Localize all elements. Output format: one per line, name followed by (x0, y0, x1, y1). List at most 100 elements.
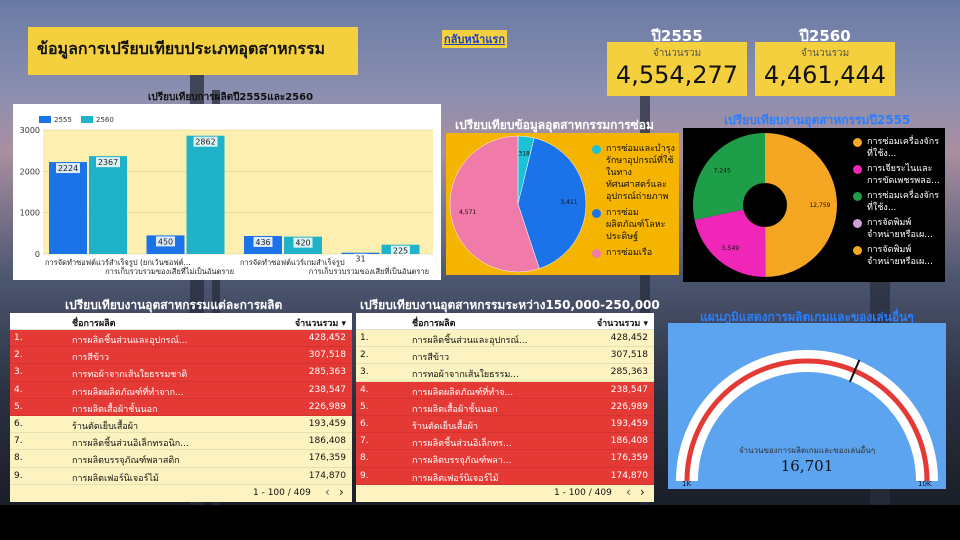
pie-legend: การซ่อมและบำรุงรักษาอุปกรณ์ที่ใช้ในทางทั… (592, 143, 676, 263)
slice-value-label: 5,549 (722, 245, 739, 252)
row-name: การผลิตเสื้อผ้าชั้นนอก (72, 404, 158, 415)
table-row[interactable]: 9. การผลิตเฟอร์นิเจอร์ไม้ 174,870 (356, 467, 654, 485)
row-index: 1. (360, 333, 369, 343)
table-row[interactable]: 1. การผลิตชิ้นส่วนและอุปกรณ์... 428,452 (10, 330, 352, 348)
row-value: 238,547 (308, 384, 346, 395)
row-value: 238,547 (610, 384, 648, 395)
row-index: 3. (360, 367, 369, 378)
next-page-icon[interactable]: › (339, 485, 344, 499)
legend-label: การซ่อมเรือ (606, 248, 653, 258)
legend-item[interactable]: การซ่อมเครื่องจักรที่ใช้ง... (853, 190, 943, 214)
bar-value-label: 450 (158, 237, 173, 246)
legend-label: การจัดพิมพ์จำหน่ายหรือเผ... (867, 245, 933, 267)
col-total-header[interactable]: จำนวนรวม ▾ (295, 316, 346, 330)
legend-item[interactable]: การเจียระไนและการขัดเพชรพลอ... (853, 163, 943, 187)
next-page-icon[interactable]: › (640, 485, 645, 499)
slice-value-label: 12,759 (809, 202, 830, 209)
x-tick-label: การเก็บรวบรวมของเสียที่ไม่เป็นอันตราย (105, 266, 234, 276)
row-value: 285,363 (610, 367, 648, 378)
legend-swatch (853, 219, 862, 228)
legend-item[interactable]: การจัดพิมพ์จำหน่ายหรือเผ... (853, 244, 943, 268)
pie-chart-panel: 318 3,411 4,571 การซ่อมและบำรุงรักษาอุปกรณ… (446, 133, 679, 275)
back-home-link[interactable]: กลับหน้าแรก (442, 30, 507, 48)
y-tick-label: 2000 (20, 167, 40, 176)
table-row[interactable]: 5. การผลิตเสื้อผ้าชั้นนอก 226,989 (356, 398, 654, 416)
gauge-chart: จำนวนของการผลิตเกมและของเล่นอื่นๆ 16,701 1… (676, 350, 938, 488)
table-row[interactable]: 6. ร้านตัดเย็บเสื้อผ้า 193,459 (356, 415, 654, 434)
gauge-max-label: 10K (918, 480, 932, 488)
gauge-value: 16,701 (781, 457, 834, 475)
legend-label: การซ่อมเครื่องจักรที่ใช้ง... (867, 191, 940, 213)
row-index: 2. (14, 350, 23, 361)
table-row[interactable]: 3. การทอผ้าจากเส้นใยธรรม... 285,363 (356, 364, 654, 382)
table-row[interactable]: 2. การสีข้าว 307,518 (356, 347, 654, 365)
table-row[interactable]: 4. การผลิตผลิตภัณฑ์ที่ทำจาก... 238,547 (10, 381, 352, 399)
prev-page-icon[interactable]: ‹ (325, 485, 330, 499)
y-tick-label: 0 (35, 250, 40, 259)
legend-swatch (853, 192, 862, 201)
legend-item[interactable]: การซ่อมผลิตภัณฑ์โลหะประดิษฐ์ (592, 207, 676, 243)
table-row[interactable]: 8. การผลิตบรรจุภัณฑ์พลา... 176,359 (356, 450, 654, 468)
row-value: 226,989 (308, 401, 346, 412)
row-name: การสีข้าว (72, 353, 110, 364)
table-row[interactable]: 3. การทอผ้าจากเส้นใยธรรมชาติ 285,363 (10, 364, 352, 382)
table1: ชื่อการผลิต จำนวนรวม ▾ 1. การผลิตชิ้นส่วน… (10, 313, 352, 502)
row-value: 174,870 (610, 470, 648, 481)
table2: ชื่อการผลิต จำนวนรวม ▾ 1. การผลิตชิ้นส่วน… (356, 313, 654, 502)
donut-legend: การซ่อมเครื่องจักรที่ใช้ง... การเจียระไนแ… (853, 136, 943, 271)
row-name: การผลิตผลิตภัณฑ์ที่ทำจ... (412, 387, 514, 398)
row-value: 186,408 (610, 436, 648, 447)
legend-item[interactable]: การซ่อมและบำรุงรักษาอุปกรณ์ที่ใช้ในทางทั… (592, 143, 676, 203)
table-row[interactable]: 1. การผลิตชิ้นส่วนและอุปกรณ์... 428,452 (356, 330, 654, 348)
table-row[interactable]: 7. การผลิตชิ้นส่วนอิเล็กทรอนิก... 186,408 (10, 433, 352, 451)
col-name-header[interactable]: ชื่อการผลิต (412, 316, 455, 330)
bar-value-label: 2862 (195, 138, 215, 147)
row-index: 8. (360, 453, 369, 464)
row-name: การผลิตชิ้นส่วนและอุปกรณ์... (72, 336, 188, 346)
table2-pager: 1 - 100 / 409 ‹ › (356, 484, 654, 502)
row-index: 4. (14, 384, 23, 395)
bar-value-label: 2367 (98, 158, 118, 167)
table-row[interactable]: 4. การผลิตผลิตภัณฑ์ที่ทำจ... 238,547 (356, 381, 654, 399)
legend-label: 2560 (96, 116, 114, 124)
legend-swatch (39, 116, 51, 123)
prev-page-icon[interactable]: ‹ (626, 485, 631, 499)
legend-item[interactable]: การซ่อมเรือ (592, 247, 676, 259)
legend-item[interactable]: การซ่อมเครื่องจักรที่ใช้ง... (853, 136, 943, 160)
row-name: การผลิตบรรจุภัณฑ์พลาสติก (72, 456, 180, 467)
legend-label: การซ่อมเครื่องจักรที่ใช้ง... (867, 137, 940, 159)
gauge-min-label: 1K (682, 480, 691, 488)
row-name: การผลิตผลิตภัณฑ์ที่ทำจาก... (72, 387, 184, 398)
table-row[interactable]: 6. ร้านตัดเย็บเสื้อผ้า 193,459 (10, 415, 352, 434)
row-name: การผลิตเฟอร์นิเจอร์ไม้ (72, 473, 159, 484)
table-row[interactable]: 5. การผลิตเสื้อผ้าชั้นนอก 226,989 (10, 398, 352, 416)
row-index: 7. (14, 436, 23, 447)
col-total-header[interactable]: จำนวนรวม ▾ (597, 316, 648, 330)
table-row[interactable]: 9. การผลิตเฟอร์นิเจอร์ไม้ 174,870 (10, 467, 352, 485)
donut-chart: 12,759 5,549 7,245 (693, 133, 837, 277)
legend-label: การซ่อมและบำรุงรักษาอุปกรณ์ที่ใช้ในทางทั… (606, 144, 675, 202)
pager-range: 1 - 100 / 409 (554, 487, 612, 498)
table2-body: 1. การผลิตชิ้นส่วนและอุปกรณ์... 428,452 2. ก… (356, 330, 654, 485)
col-name-header[interactable]: ชื่อการผลิต (72, 316, 115, 330)
row-index: 5. (14, 401, 23, 412)
legend-label: 2555 (54, 116, 72, 124)
row-value: 176,359 (610, 453, 648, 464)
slice-value-label: 4,571 (459, 209, 476, 216)
legend-item[interactable]: การจัดพิมพ์จำหน่ายหรือเผ... (853, 217, 943, 241)
table-row[interactable]: 8. การผลิตบรรจุภัณฑ์พลาสติก 176,359 (10, 450, 352, 468)
bar-value-label: 436 (255, 238, 270, 247)
table1-header: ชื่อการผลิต จำนวนรวม ▾ (10, 313, 352, 330)
row-value: 193,459 (308, 418, 346, 429)
table1-pager: 1 - 100 / 409 ‹ › (10, 484, 352, 502)
bar-chart: 0 1000 2000 3000 2555 2560 2224 2367 การจัดทำซอฟ… (20, 116, 433, 276)
row-name: ร้านตัดเย็บเสื้อผ้า (72, 421, 139, 432)
bar-value-label: 225 (393, 247, 408, 256)
table-row[interactable]: 2. การสีข้าว 307,518 (10, 347, 352, 365)
gauge-panel: จำนวนของการผลิตเกมและของเล่นอื่นๆ 16,701 1… (668, 323, 946, 489)
row-name: การผลิตชิ้นส่วนอิเล็กทร... (412, 439, 512, 450)
slice-value-label: 3,411 (560, 199, 577, 206)
bar-chart-panel: 0 1000 2000 3000 2555 2560 2224 2367 การจัดทำซอฟ… (13, 104, 441, 280)
y-tick-label: 1000 (20, 209, 40, 218)
table-row[interactable]: 7. การผลิตชิ้นส่วนอิเล็กทร... 186,408 (356, 433, 654, 451)
